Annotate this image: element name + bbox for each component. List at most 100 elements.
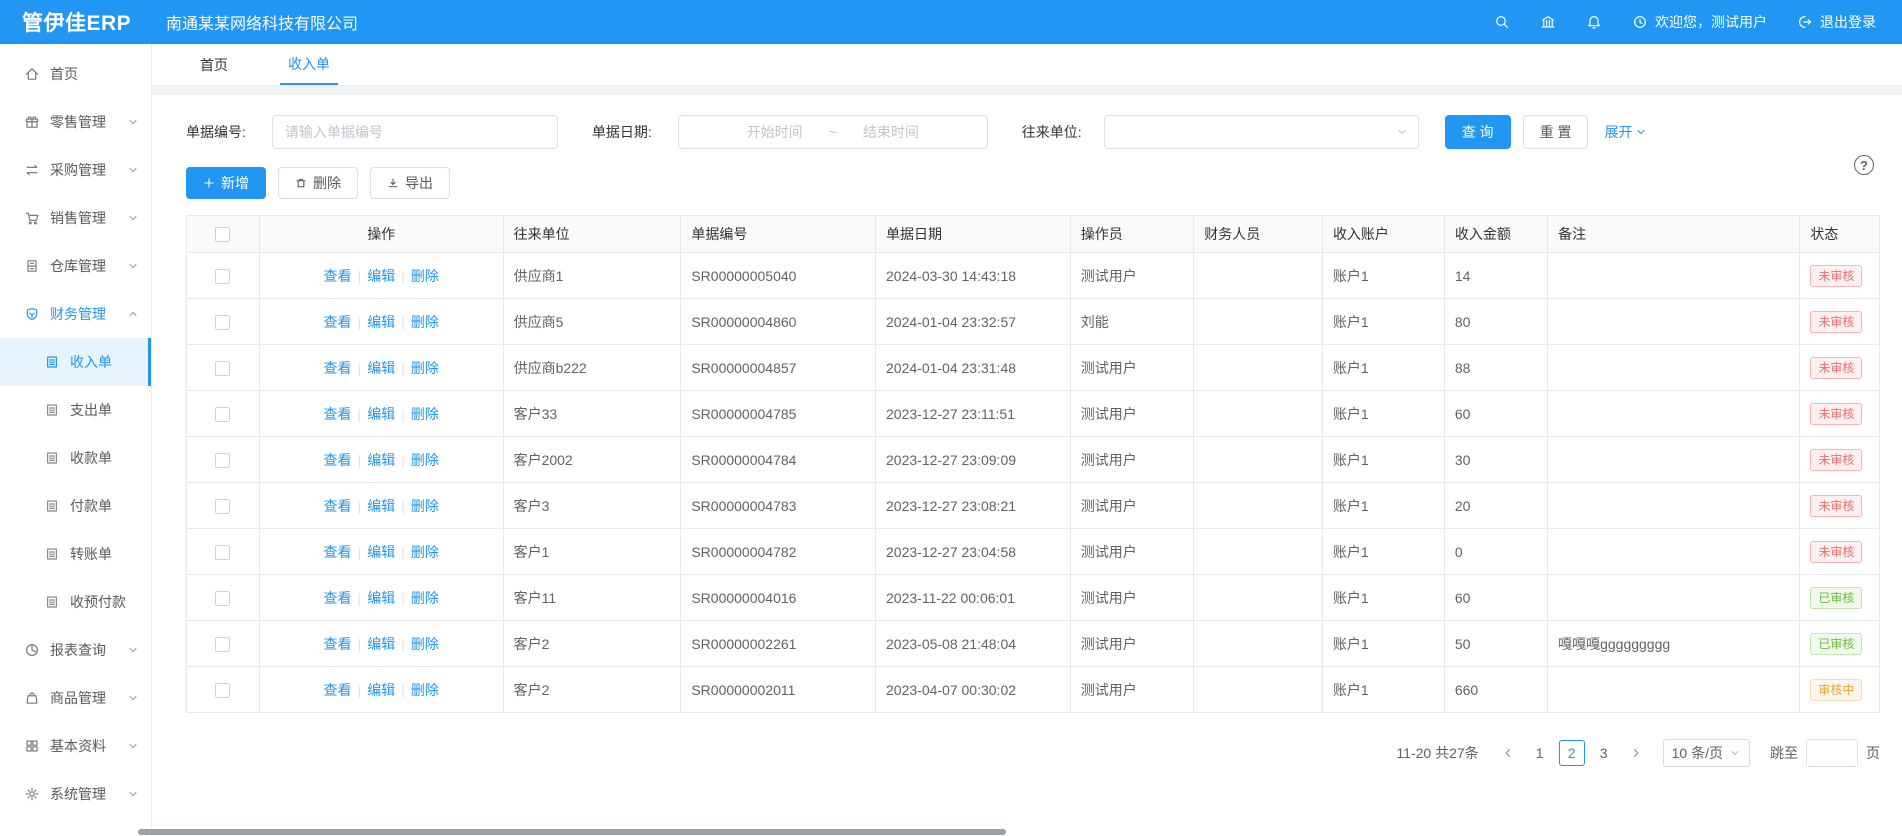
cell-account: 账户1 [1322,483,1444,529]
row-checkbox[interactable] [215,407,230,422]
partner-select[interactable] [1104,115,1419,149]
warehouse-icon [24,258,40,274]
select-all-checkbox[interactable] [215,227,230,242]
view-link[interactable]: 查看 [324,498,352,514]
horizontal-scrollbar-thumb[interactable] [138,829,1006,835]
sidebar-item-purchase[interactable]: 采购管理 [0,146,151,194]
delete-link[interactable]: 删除 [411,544,439,560]
sidebar-subitem-transfer-bill[interactable]: 转账单 [0,530,151,578]
cell-bill-date: 2024-01-04 23:32:57 [876,299,1071,345]
edit-link[interactable]: 编辑 [367,314,395,330]
cell-remark [1548,299,1800,345]
export-button[interactable]: 导出 [370,167,450,199]
reset-button[interactable]: 重 置 [1523,115,1589,149]
cell-remark [1548,529,1800,575]
cell-partner: 客户2 [503,667,681,713]
prev-page-button[interactable] [1495,740,1521,766]
row-checkbox[interactable] [215,499,230,514]
sidebar-subitem-income-bill[interactable]: 收入单 [0,338,151,386]
row-checkbox[interactable] [215,315,230,330]
add-button[interactable]: 新增 [186,167,266,199]
jump-label: 跳至 [1770,743,1798,763]
delete-link[interactable]: 删除 [411,314,439,330]
delete-button[interactable]: 删除 [278,167,358,199]
cell-partner: 客户1 [503,529,681,575]
delete-link[interactable]: 删除 [411,682,439,698]
bell-icon[interactable] [1586,14,1602,30]
logout-button[interactable]: 退出登录 [1797,12,1876,32]
view-link[interactable]: 查看 [324,314,352,330]
sidebar-subitem-payment-bill[interactable]: 付款单 [0,482,151,530]
edit-link[interactable]: 编辑 [367,360,395,376]
view-link[interactable]: 查看 [324,268,352,284]
row-checkbox[interactable] [215,545,230,560]
page-size-select[interactable]: 10 条/页 [1663,739,1750,767]
cell-finance-staff [1194,391,1323,437]
delete-link[interactable]: 删除 [411,268,439,284]
view-link[interactable]: 查看 [324,452,352,468]
delete-link[interactable]: 删除 [411,406,439,422]
sidebar-subitem-receipt-bill[interactable]: 收款单 [0,434,151,482]
delete-link[interactable]: 删除 [411,452,439,468]
edit-link[interactable]: 编辑 [367,498,395,514]
view-link[interactable]: 查看 [324,636,352,652]
page-number-1[interactable]: 1 [1527,740,1553,766]
help-icon[interactable]: ? [1854,155,1874,175]
sidebar-subitem-expense-bill[interactable]: 支出单 [0,386,151,434]
jump-page-input[interactable] [1806,739,1858,767]
page-number-2-current[interactable]: 2 [1559,740,1585,766]
trash-icon [295,177,307,189]
next-page-button[interactable] [1623,740,1649,766]
chevron-down-icon [127,260,139,272]
sidebar-item-home[interactable]: 首页 [0,50,151,98]
tab-home[interactable]: 首页 [192,45,236,85]
edit-link[interactable]: 编辑 [367,636,395,652]
row-checkbox[interactable] [215,269,230,284]
row-checkbox[interactable] [215,637,230,652]
sidebar-item-warehouse[interactable]: 仓库管理 [0,242,151,290]
search-icon[interactable] [1494,14,1510,30]
sidebar-item-retail[interactable]: 零售管理 [0,98,151,146]
page-number-3[interactable]: 3 [1591,740,1617,766]
status-badge: 未审核 [1810,541,1862,563]
sidebar-subitem-advance-payment[interactable]: 收预付款 [0,578,151,626]
sidebar-item-reports[interactable]: 报表查询 [0,626,151,674]
edit-link[interactable]: 编辑 [367,544,395,560]
search-button[interactable]: 查 询 [1445,115,1511,149]
view-link[interactable]: 查看 [324,544,352,560]
welcome-user[interactable]: 欢迎您，测试用户 [1632,12,1767,32]
table-toolbar: 新增 删除 导出 [186,167,1880,199]
edit-link[interactable]: 编辑 [367,682,395,698]
edit-link[interactable]: 编辑 [367,452,395,468]
delete-link[interactable]: 删除 [411,498,439,514]
sidebar-item-sales[interactable]: 销售管理 [0,194,151,242]
delete-link[interactable]: 删除 [411,360,439,376]
date-range-picker[interactable]: 开始时间 ~ 结束时间 [678,115,988,149]
view-link[interactable]: 查看 [324,682,352,698]
delete-link[interactable]: 删除 [411,636,439,652]
view-link[interactable]: 查看 [324,360,352,376]
row-checkbox[interactable] [215,591,230,606]
divider [152,86,1902,95]
status-badge: 审核中 [1810,679,1862,701]
sidebar-item-finance[interactable]: 财务管理 [0,290,151,338]
view-link[interactable]: 查看 [324,406,352,422]
view-link[interactable]: 查看 [324,590,352,606]
expand-filters-link[interactable]: 展开 [1604,122,1647,142]
row-checkbox[interactable] [215,683,230,698]
edit-link[interactable]: 编辑 [367,590,395,606]
row-checkbox[interactable] [215,453,230,468]
status-badge: 已审核 [1810,587,1862,609]
cell-bill-date: 2024-03-30 14:43:18 [876,253,1071,299]
bill-no-input[interactable] [272,115,558,149]
sidebar-item-goods[interactable]: 商品管理 [0,674,151,722]
edit-link[interactable]: 编辑 [367,406,395,422]
chevron-down-icon [127,212,139,224]
sidebar-item-basic-data[interactable]: 基本资料 [0,722,151,770]
edit-link[interactable]: 编辑 [367,268,395,284]
tab-income-bill[interactable]: 收入单 [280,45,338,85]
sidebar-item-system[interactable]: 系统管理 [0,770,151,818]
row-checkbox[interactable] [215,361,230,376]
bank-icon[interactable] [1540,14,1556,30]
delete-link[interactable]: 删除 [411,590,439,606]
